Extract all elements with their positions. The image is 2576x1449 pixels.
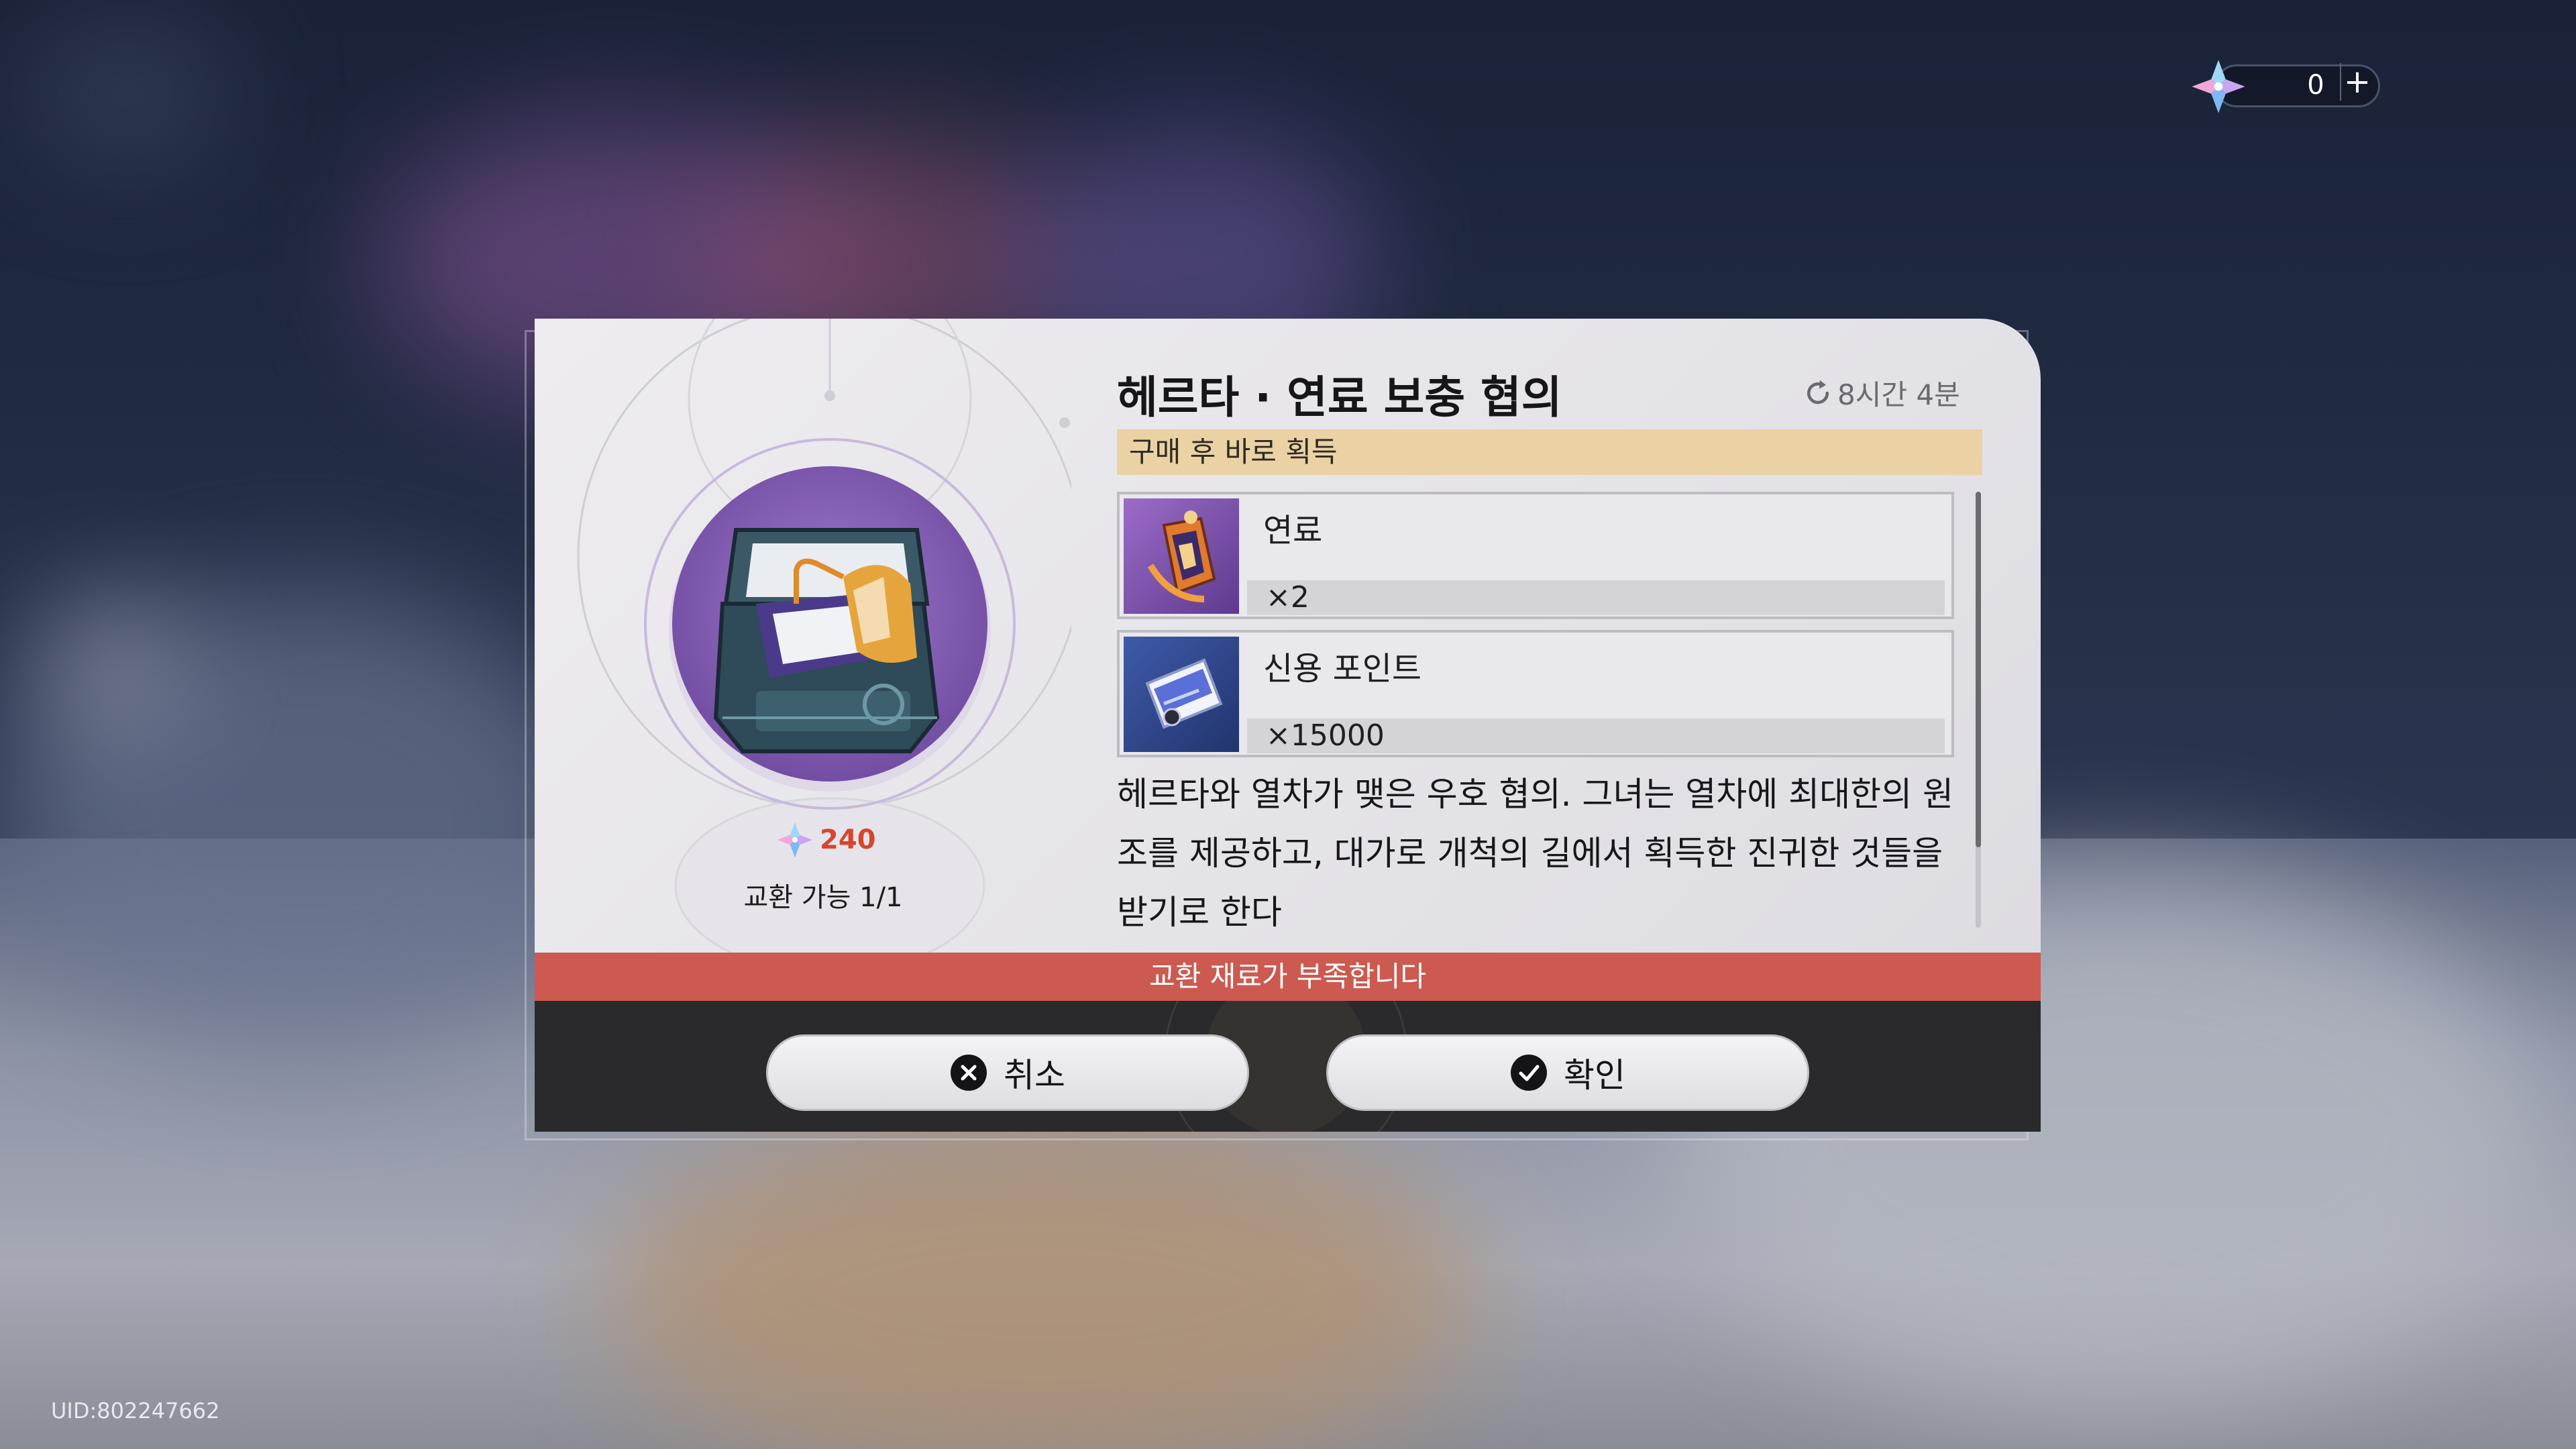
insufficient-materials-warning: 교환 재료가 부족합니다	[535, 953, 2041, 1001]
fuel-icon	[1124, 498, 1239, 614]
refresh-timer: 8시간 4분	[1803, 372, 1960, 413]
currency-widget: 0 +	[2188, 60, 2383, 113]
price: 240	[773, 816, 876, 863]
supply-chest-icon	[713, 528, 940, 753]
background-blur-shape	[27, 27, 228, 161]
crystal-flower-icon	[777, 822, 813, 858]
item-title: 헤르타 · 연료 보충 협의	[1117, 372, 1562, 423]
credit-card-icon	[1124, 637, 1239, 752]
reward-list: 연료 ×2 신용 포인트 ×15000	[1117, 492, 1954, 768]
dialog-body: 240 교환 가능 1/1 헤르타 · 연료 보충 협의 8시간 4분 구매 후…	[535, 319, 2041, 953]
reward-item-fuel[interactable]: 연료 ×2	[1117, 492, 1954, 619]
crystal-flower-icon	[2192, 60, 2245, 113]
reward-item-credits[interactable]: 신용 포인트 ×15000	[1117, 630, 1954, 757]
cancel-button-label: 취소	[1004, 1056, 1065, 1095]
refresh-timer-text: 8시간 4분	[1837, 378, 1960, 411]
reward-quantity: ×15000	[1247, 718, 1945, 753]
item-description: 헤르타와 열차가 맺은 우호 협의. 그녀는 열차에 최대한의 원조를 제공하고…	[1117, 775, 1954, 932]
close-icon	[951, 1055, 987, 1091]
reward-name: 신용 포인트	[1263, 650, 1422, 688]
exchange-limit: 교환 가능 1/1	[743, 882, 903, 913]
background-blur-shape	[40, 604, 174, 724]
confirm-button-label: 확인	[1564, 1056, 1625, 1095]
confirm-button[interactable]: 확인	[1326, 1034, 1809, 1111]
cancel-button[interactable]: 취소	[766, 1034, 1249, 1111]
item-portrait	[644, 438, 1016, 810]
dialog-footer: 취소 확인	[535, 1001, 2041, 1132]
scrollbar-thumb[interactable]	[1976, 492, 1981, 847]
reward-name: 연료	[1263, 512, 1323, 549]
uid-label: UID:802247662	[51, 1398, 220, 1424]
add-currency-button[interactable]: +	[2340, 63, 2373, 101]
obtain-note-banner: 구매 후 바로 획득	[1117, 429, 1982, 475]
price-value: 240	[820, 824, 876, 855]
currency-value: 0	[2307, 70, 2324, 101]
exchange-dialog: 240 교환 가능 1/1 헤르타 · 연료 보충 협의 8시간 4분 구매 후…	[535, 319, 2041, 1132]
check-icon	[1511, 1055, 1547, 1091]
reward-quantity: ×2	[1247, 580, 1945, 615]
refresh-icon	[1807, 380, 1829, 404]
